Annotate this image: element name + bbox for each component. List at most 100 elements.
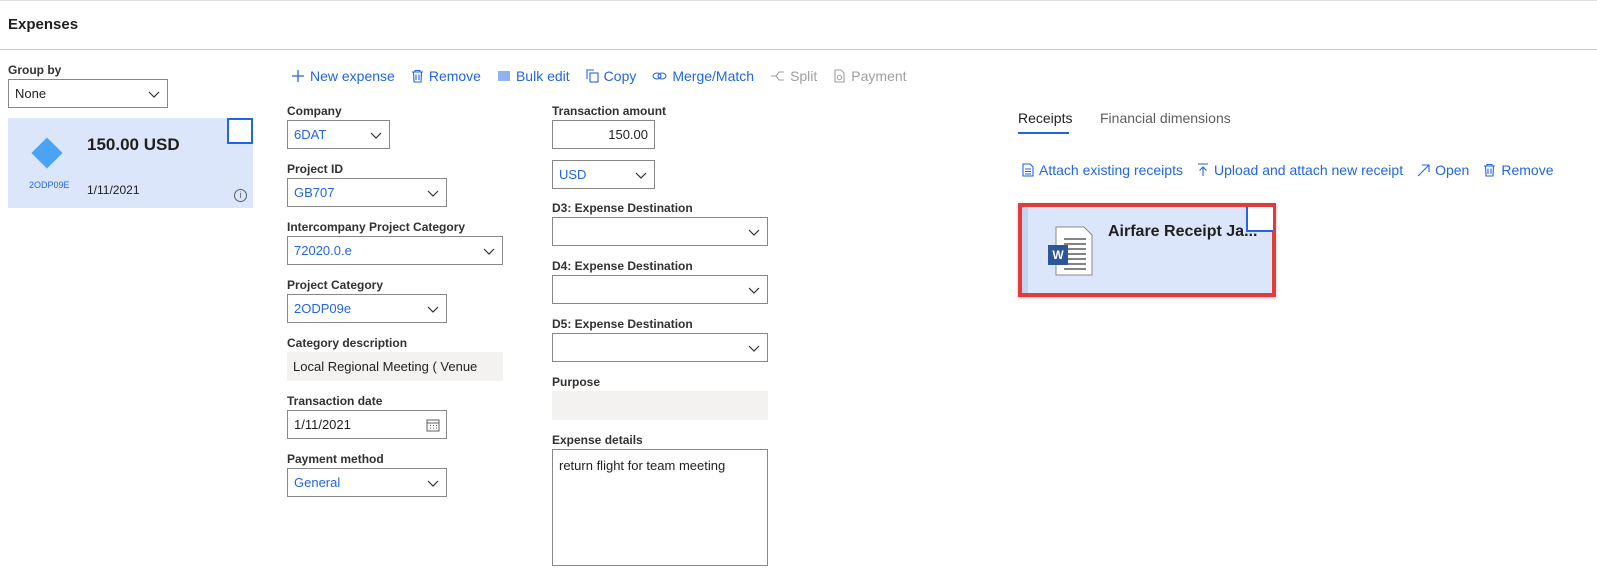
split-label: Split xyxy=(790,68,818,84)
project-category-select[interactable]: 2ODP09e xyxy=(287,294,447,323)
company-label: Company xyxy=(287,104,342,118)
chevron-down-icon xyxy=(635,172,647,179)
receipt-title: Airfare Receipt Ja... xyxy=(1108,223,1258,240)
expense-card-amount: 150.00 USD xyxy=(87,135,180,154)
chevron-down-icon xyxy=(427,480,439,487)
expense-toolbar: New expense Remove Bulk edit Copy Merge/… xyxy=(291,66,923,86)
project-id-label: Project ID xyxy=(287,162,344,176)
copy-button[interactable]: Copy xyxy=(586,68,637,84)
upload-attach-receipt-label: Upload and attach new receipt xyxy=(1213,162,1404,178)
chevron-down-icon xyxy=(748,345,760,352)
new-expense-label: New expense xyxy=(310,68,395,84)
remove-receipt-label: Remove xyxy=(1501,162,1554,178)
d5-destination-label: D5: Expense Destination xyxy=(552,317,693,331)
tab-receipts[interactable]: Receipts xyxy=(1018,110,1072,126)
trash-icon xyxy=(411,69,423,83)
merge-match-button[interactable]: Merge/Match xyxy=(652,68,754,84)
word-letter: W xyxy=(1052,248,1064,262)
tab-active-indicator xyxy=(1018,132,1069,134)
intercompany-category-value: 72020.0.e xyxy=(294,243,352,258)
category-description-label: Category description xyxy=(287,336,408,350)
expense-card-code: 2ODP09E xyxy=(29,180,70,190)
attach-document-icon xyxy=(1022,163,1034,177)
intercompany-category-label: Intercompany Project Category xyxy=(287,220,466,234)
chevron-down-icon xyxy=(370,132,382,139)
calendar-icon[interactable] xyxy=(426,418,440,432)
currency-select[interactable]: USD xyxy=(552,160,655,189)
open-arrow-icon xyxy=(1417,163,1430,176)
expense-details-label: Expense details xyxy=(552,433,643,447)
project-category-label: Project Category xyxy=(287,278,384,292)
bulk-edit-label: Bulk edit xyxy=(515,68,570,84)
project-id-value: GB707 xyxy=(294,185,335,200)
company-select[interactable]: 6DAT xyxy=(287,120,390,149)
receipt-card[interactable]: W Airfare Receipt Ja... xyxy=(1018,203,1276,297)
expense-card-checkbox[interactable] xyxy=(227,118,253,144)
attach-existing-receipts-button[interactable]: Attach existing receipts xyxy=(1022,162,1183,178)
transaction-amount-label: Transaction amount xyxy=(552,104,667,118)
copy-label: Copy xyxy=(603,68,637,84)
d5-destination-select[interactable] xyxy=(552,333,768,362)
transaction-date-field[interactable]: 1/11/2021 xyxy=(287,410,447,439)
transaction-date-label: Transaction date xyxy=(287,394,383,408)
payment-method-select[interactable]: General xyxy=(287,468,447,497)
d3-destination-label: D3: Expense Destination xyxy=(552,201,693,215)
open-receipt-label: Open xyxy=(1435,162,1470,178)
bulk-edit-button[interactable]: Bulk edit xyxy=(497,68,570,84)
merge-match-label: Merge/Match xyxy=(672,68,755,84)
receipt-card-edge xyxy=(1022,207,1028,293)
currency-value: USD xyxy=(559,167,587,182)
remove-receipt-button[interactable]: Remove xyxy=(1483,162,1553,178)
receipts-toolbar: Attach existing receipts Upload and atta… xyxy=(1022,161,1553,179)
expense-card-date: 1/11/2021 xyxy=(87,183,140,197)
split-button[interactable]: Split xyxy=(770,68,817,84)
purpose-label: Purpose xyxy=(552,375,601,389)
remove-expense-button[interactable]: Remove xyxy=(411,68,481,84)
trash-icon xyxy=(1484,163,1496,177)
open-receipt-button[interactable]: Open xyxy=(1417,162,1469,178)
attach-existing-receipts-label: Attach existing receipts xyxy=(1039,162,1183,178)
remove-expense-label: Remove xyxy=(428,68,481,84)
group-by-value: None xyxy=(15,86,47,101)
new-expense-button[interactable]: New expense xyxy=(291,68,395,84)
plus-icon xyxy=(292,70,304,82)
chevron-down-icon xyxy=(483,248,495,255)
link-icon xyxy=(652,72,667,80)
d4-destination-label: D4: Expense Destination xyxy=(552,259,693,273)
d4-destination-select[interactable] xyxy=(552,275,768,304)
chevron-down-icon xyxy=(148,91,160,98)
project-category-value: 2ODP09e xyxy=(294,301,352,316)
chevron-down-icon xyxy=(748,229,760,236)
payment-label: Payment xyxy=(851,68,907,84)
copy-icon xyxy=(586,69,599,83)
payment-button[interactable]: Payment xyxy=(833,68,907,84)
page-title: Expenses xyxy=(8,16,79,33)
transaction-amount-value: 150.00 xyxy=(608,127,648,142)
upload-attach-receipt-button[interactable]: Upload and attach new receipt xyxy=(1197,162,1403,178)
chevron-down-icon xyxy=(427,190,439,197)
payment-method-label: Payment method xyxy=(287,452,384,466)
top-border xyxy=(0,0,1597,1)
split-icon xyxy=(771,71,785,81)
list-icon xyxy=(497,71,510,81)
info-icon[interactable]: i xyxy=(234,189,247,202)
chevron-down-icon xyxy=(427,306,439,313)
intercompany-category-select[interactable]: 72020.0.e xyxy=(287,236,503,265)
word-document-icon: W xyxy=(1048,226,1093,276)
chevron-down-icon xyxy=(748,287,760,294)
payment-method-value: General xyxy=(294,475,341,490)
project-id-select[interactable]: GB707 xyxy=(287,178,447,207)
upload-icon xyxy=(1197,163,1208,176)
tab-financial-dimensions[interactable]: Financial dimensions xyxy=(1100,110,1231,126)
expense-details-textarea[interactable]: return flight for team meeting xyxy=(552,449,768,566)
transaction-amount-input[interactable]: 150.00 xyxy=(552,120,655,149)
purpose-field[interactable] xyxy=(552,391,768,420)
group-by-select[interactable]: None xyxy=(8,79,168,108)
header-divider xyxy=(0,49,1597,50)
company-value: 6DAT xyxy=(294,127,327,142)
expense-category-icon xyxy=(31,137,63,169)
group-by-label: Group by xyxy=(8,63,62,77)
d3-destination-select[interactable] xyxy=(552,217,768,246)
expense-card[interactable]: 2ODP09E 150.00 USD 1/11/2021 i xyxy=(8,118,253,208)
receipt-checkbox[interactable] xyxy=(1246,207,1273,232)
